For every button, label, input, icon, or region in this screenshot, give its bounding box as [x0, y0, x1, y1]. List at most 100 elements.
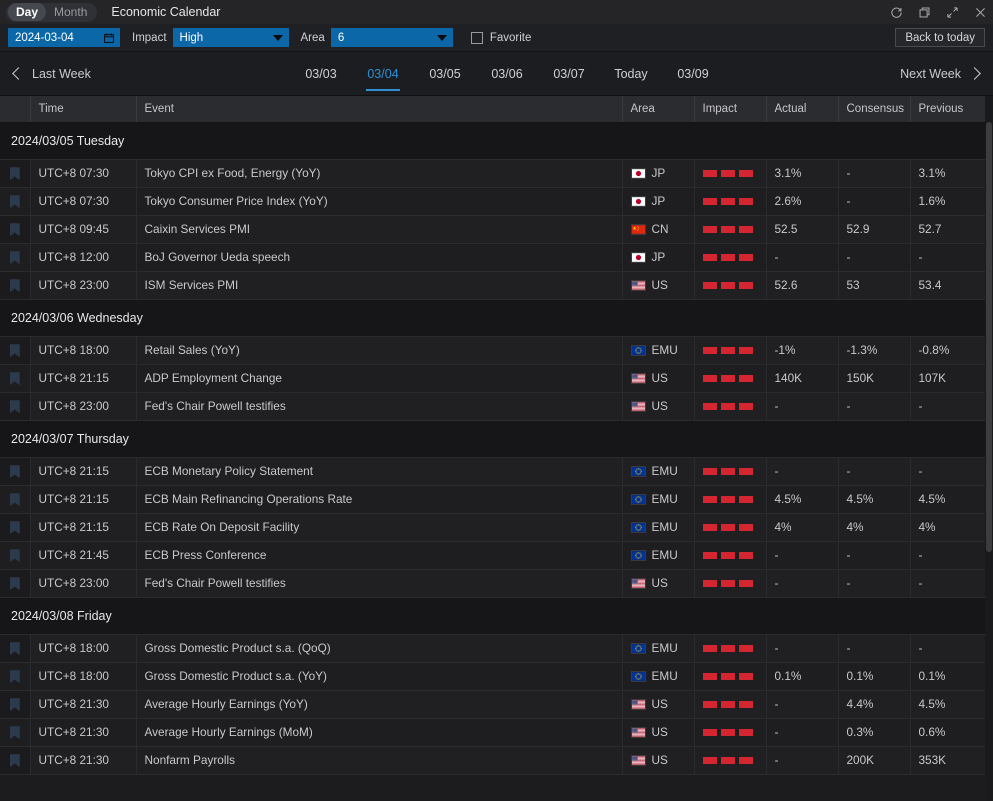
next-week-button[interactable]: Next Week — [900, 67, 979, 81]
col-header-actual[interactable]: Actual — [766, 96, 838, 122]
bookmark-icon[interactable] — [10, 549, 20, 562]
impact-bar — [739, 468, 753, 475]
bookmark-icon[interactable] — [10, 521, 20, 534]
bookmark-icon[interactable] — [10, 670, 20, 683]
event-time: UTC+8 21:15 — [30, 364, 136, 392]
table-row[interactable]: UTC+8 23:00Fed's Chair Powell testifiesU… — [0, 569, 985, 597]
bookmark-cell[interactable] — [0, 271, 30, 299]
col-header-area[interactable]: Area — [622, 96, 694, 122]
table-row[interactable]: UTC+8 21:15ECB Monetary Policy Statement… — [0, 457, 985, 485]
bookmark-cell[interactable] — [0, 690, 30, 718]
bookmark-icon[interactable] — [10, 465, 20, 478]
favorite-filter[interactable]: Favorite — [471, 32, 532, 44]
bookmark-cell[interactable] — [0, 159, 30, 187]
table-row[interactable]: UTC+8 21:30Nonfarm PayrollsUS-200K353K — [0, 746, 985, 774]
table-row[interactable]: UTC+8 21:45ECB Press ConferenceEMU--- — [0, 541, 985, 569]
day-tab-03-06[interactable]: 03/06 — [476, 52, 538, 96]
bookmark-icon[interactable] — [10, 167, 20, 180]
table-row[interactable]: UTC+8 21:15ADP Employment ChangeUS140K15… — [0, 364, 985, 392]
bookmark-cell[interactable] — [0, 634, 30, 662]
previous-value: 1.6% — [910, 187, 985, 215]
col-header-bookmark[interactable] — [0, 96, 30, 122]
bookmark-cell[interactable] — [0, 187, 30, 215]
bookmark-icon[interactable] — [10, 223, 20, 236]
table-row[interactable]: UTC+8 21:30Average Hourly Earnings (MoM)… — [0, 718, 985, 746]
table-row[interactable]: UTC+8 18:00Retail Sales (YoY)EMU-1%-1.3%… — [0, 336, 985, 364]
date-input[interactable]: 2024-03-04 — [8, 28, 120, 47]
col-header-previous[interactable]: Previous — [910, 96, 985, 122]
impact-bar — [739, 729, 753, 736]
bookmark-cell[interactable] — [0, 718, 30, 746]
table-row[interactable]: UTC+8 23:00Fed's Chair Powell testifiesU… — [0, 392, 985, 420]
back-to-today-button[interactable]: Back to today — [895, 28, 985, 47]
bookmark-icon[interactable] — [10, 251, 20, 264]
table-row[interactable]: UTC+8 09:45Caixin Services PMICN52.552.9… — [0, 215, 985, 243]
bookmark-cell[interactable] — [0, 364, 30, 392]
bookmark-cell[interactable] — [0, 392, 30, 420]
event-time: UTC+8 18:00 — [30, 336, 136, 364]
bookmark-cell[interactable] — [0, 485, 30, 513]
day-tab-03-09[interactable]: 03/09 — [662, 52, 724, 96]
bookmark-icon[interactable] — [10, 577, 20, 590]
bookmark-cell[interactable] — [0, 662, 30, 690]
restore-window-icon[interactable] — [917, 5, 931, 19]
mode-day[interactable]: Day — [8, 3, 46, 21]
bookmark-icon[interactable] — [10, 372, 20, 385]
previous-value: 4.5% — [910, 690, 985, 718]
col-header-impact[interactable]: Impact — [694, 96, 766, 122]
bookmark-icon[interactable] — [10, 754, 20, 767]
bookmark-cell[interactable] — [0, 513, 30, 541]
table-row[interactable]: UTC+8 23:00ISM Services PMIUS52.65353.4 — [0, 271, 985, 299]
expand-icon[interactable] — [945, 5, 959, 19]
event-name: ECB Monetary Policy Statement — [136, 457, 622, 485]
vertical-scrollbar[interactable] — [985, 96, 993, 801]
scrollbar-thumb[interactable] — [986, 122, 992, 552]
bookmark-cell[interactable] — [0, 569, 30, 597]
bookmark-icon[interactable] — [10, 698, 20, 711]
bookmark-icon[interactable] — [10, 195, 20, 208]
day-tab-03-03[interactable]: 03/03 — [290, 52, 352, 96]
impact-select[interactable]: High — [173, 28, 289, 47]
impact-rating — [694, 243, 766, 271]
bookmark-cell[interactable] — [0, 243, 30, 271]
consensus-value: 0.3% — [838, 718, 910, 746]
view-mode-toggle[interactable]: Day Month — [6, 3, 97, 22]
event-name: Caixin Services PMI — [136, 215, 622, 243]
bookmark-icon[interactable] — [10, 344, 20, 357]
event-name: ECB Rate On Deposit Facility — [136, 513, 622, 541]
day-tab-03-05[interactable]: 03/05 — [414, 52, 476, 96]
table-row[interactable]: UTC+8 18:00Gross Domestic Product s.a. (… — [0, 634, 985, 662]
actual-value: 140K — [766, 364, 838, 392]
close-icon[interactable] — [973, 5, 987, 19]
week-navigation: Last Week 03/0303/0403/0503/0603/07Today… — [0, 52, 993, 96]
col-header-event[interactable]: Event — [136, 96, 622, 122]
favorite-checkbox[interactable] — [471, 32, 483, 44]
mode-month[interactable]: Month — [46, 3, 95, 21]
area-select[interactable]: 6 — [331, 28, 453, 47]
refresh-icon[interactable] — [889, 5, 903, 19]
day-tab-03-04[interactable]: 03/04 — [352, 52, 414, 96]
bookmark-cell[interactable] — [0, 746, 30, 774]
col-header-consensus[interactable]: Consensus — [838, 96, 910, 122]
table-row[interactable]: UTC+8 18:00Gross Domestic Product s.a. (… — [0, 662, 985, 690]
bookmark-cell[interactable] — [0, 336, 30, 364]
table-row[interactable]: UTC+8 21:15ECB Main Refinancing Operatio… — [0, 485, 985, 513]
bookmark-icon[interactable] — [10, 279, 20, 292]
col-header-time[interactable]: Time — [30, 96, 136, 122]
bookmark-cell[interactable] — [0, 457, 30, 485]
day-tab-03-07[interactable]: 03/07 — [538, 52, 600, 96]
bookmark-icon[interactable] — [10, 726, 20, 739]
date-group-header: 2024/03/08 Friday — [0, 597, 985, 634]
bookmark-cell[interactable] — [0, 215, 30, 243]
table-row[interactable]: UTC+8 07:30Tokyo CPI ex Food, Energy (Yo… — [0, 159, 985, 187]
table-row[interactable]: UTC+8 12:00BoJ Governor Ueda speechJP--- — [0, 243, 985, 271]
bookmark-icon[interactable] — [10, 400, 20, 413]
table-row[interactable]: UTC+8 21:15ECB Rate On Deposit FacilityE… — [0, 513, 985, 541]
bookmark-icon[interactable] — [10, 642, 20, 655]
table-row[interactable]: UTC+8 07:30Tokyo Consumer Price Index (Y… — [0, 187, 985, 215]
day-tab-today[interactable]: Today — [600, 52, 662, 96]
table-row[interactable]: UTC+8 21:30Average Hourly Earnings (YoY)… — [0, 690, 985, 718]
bookmark-cell[interactable] — [0, 541, 30, 569]
last-week-button[interactable]: Last Week — [14, 67, 91, 81]
bookmark-icon[interactable] — [10, 493, 20, 506]
